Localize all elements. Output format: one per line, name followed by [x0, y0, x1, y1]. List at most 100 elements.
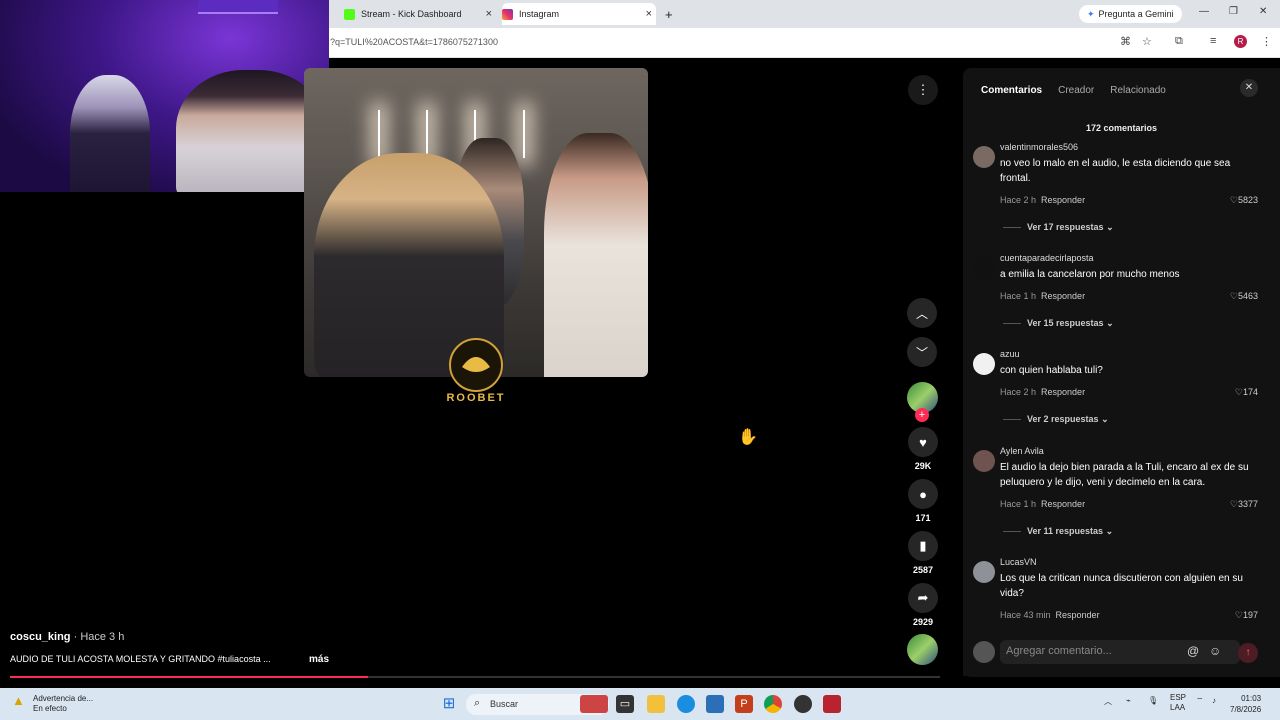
comment-user[interactable]: LucasVN — [1000, 557, 1037, 567]
heart-outline-icon: ♡ — [1234, 387, 1243, 397]
translate-icon[interactable]: ⌘ — [1120, 35, 1131, 48]
new-tab-button[interactable]: + — [665, 3, 679, 25]
comment-time: Hace 43 min — [1000, 610, 1051, 620]
tab-creador[interactable]: Creador — [1058, 85, 1094, 96]
minimize-icon[interactable]: — — [1199, 6, 1209, 17]
video-player[interactable] — [304, 68, 648, 377]
reply-button[interactable]: Responder — [1041, 387, 1085, 397]
menu-kebab-icon[interactable]: ⋮ — [1261, 35, 1272, 48]
reply-button[interactable]: Responder — [1056, 610, 1100, 620]
task-view-icon[interactable]: ▭ — [616, 695, 634, 713]
extensions-icon[interactable]: ⧉ — [1175, 35, 1183, 48]
lang-line1: ESP — [1170, 693, 1187, 702]
close-tab-icon[interactable]: × — [646, 8, 652, 20]
chevron-down-icon: ⌄ — [1101, 414, 1109, 424]
app-icon[interactable] — [823, 695, 841, 713]
my-avatar — [973, 641, 995, 663]
comment-user[interactable]: Aylen Avila — [1000, 446, 1044, 456]
microphone-icon[interactable]: 🎙 — [1148, 696, 1158, 705]
view-replies-label: Ver 15 respuestas — [1027, 318, 1104, 328]
close-tab-icon[interactable]: × — [486, 8, 492, 20]
tray-chevron-icon[interactable]: ︿ — [1104, 696, 1112, 707]
comment-likes[interactable]: ♡174 — [1235, 387, 1258, 398]
send-comment-button[interactable]: ↑ — [1238, 643, 1258, 663]
reply-button[interactable]: Responder — [1041, 291, 1085, 301]
kebab-icon: ⋮ — [908, 75, 938, 105]
share-count: 2929 — [912, 617, 934, 627]
author-name[interactable]: coscu_king — [10, 631, 71, 643]
comment-avatar[interactable] — [973, 146, 995, 168]
more-options-button[interactable]: ⋮ — [906, 75, 940, 105]
search-icon: ⌕ — [474, 697, 481, 709]
file-explorer-icon[interactable] — [647, 695, 665, 713]
comment-avatar[interactable] — [973, 353, 995, 375]
reply-button[interactable]: Responder — [1041, 499, 1085, 509]
previous-video-button[interactable]: ︿ — [907, 298, 937, 328]
powerpoint-icon[interactable]: P — [735, 695, 753, 713]
gemini-label: Pregunta a Gemini — [1098, 9, 1174, 19]
chrome-icon[interactable] — [764, 695, 782, 713]
comment-button[interactable]: ● 171 — [906, 479, 940, 523]
save-button[interactable]: ▮ 2587 — [906, 531, 940, 575]
gemini-button[interactable]: ✦ Pregunta a Gemini — [1079, 5, 1182, 23]
like-button[interactable]: ♥ 29K — [906, 427, 940, 471]
share-button[interactable]: ➦ 2929 — [906, 583, 940, 627]
tab-kick-dashboard[interactable]: Stream - Kick Dashboard × — [344, 3, 496, 25]
comment-likes[interactable]: ♡5463 — [1230, 291, 1258, 302]
comment-text: a emilia la cancelaron por mucho menos — [1000, 269, 1180, 280]
mouse-cursor-icon: ✋ — [738, 429, 758, 446]
view-replies-label: Ver 11 respuestas — [1027, 526, 1104, 536]
network-icon[interactable]: ⌁ — [1126, 696, 1131, 705]
mention-icon[interactable]: @ — [1187, 644, 1199, 658]
panel-tabs: Comentarios Creador Relacionado — [981, 85, 1166, 96]
emoji-icon[interactable]: ☺ — [1209, 644, 1221, 658]
person-right — [544, 133, 648, 377]
view-replies-button[interactable]: Ver 11 respuestas ⌄ — [1003, 526, 1113, 537]
comment-input[interactable]: Agregar comentario... — [1000, 640, 1240, 664]
tab-instagram[interactable]: Instagram × — [502, 3, 656, 25]
comment-avatar[interactable] — [973, 561, 995, 583]
comment-user[interactable]: cuentaparadecirlaposta — [1000, 253, 1094, 263]
language-indicator[interactable]: ESP LAA — [1170, 693, 1186, 713]
sound-disc-avatar[interactable] — [907, 634, 938, 665]
view-replies-button[interactable]: Ver 17 respuestas ⌄ — [1003, 222, 1114, 233]
reply-button[interactable]: Responder — [1041, 195, 1085, 205]
profile-avatar[interactable]: R — [1234, 35, 1247, 48]
comment-avatar[interactable] — [973, 257, 995, 279]
comment-user[interactable]: azuu — [1000, 349, 1020, 359]
add-comment-bar: Agregar comentario... @ ☺ ↑ — [963, 636, 1280, 676]
more-link[interactable]: más — [309, 654, 329, 665]
view-replies-label: Ver 2 respuestas — [1027, 414, 1099, 424]
clock-date: 7/8/2026 — [1230, 705, 1262, 714]
comment-likes[interactable]: ♡3377 — [1230, 499, 1258, 510]
close-window-icon[interactable]: ✕ — [1259, 6, 1267, 17]
tab-relacionado[interactable]: Relacionado — [1110, 85, 1166, 96]
bookmark-star-icon[interactable]: ☆ — [1142, 35, 1152, 48]
system-clock[interactable]: 01:03 7/8/2026 — [1230, 693, 1261, 715]
comment-likes[interactable]: ♡197 — [1235, 610, 1258, 621]
url-field[interactable]: ?q=TULI%20ACOSTA&t=1786075271300 — [330, 37, 498, 47]
comment-likes[interactable]: ♡5823 — [1230, 195, 1258, 206]
maximize-icon[interactable]: ❐ — [1229, 6, 1238, 17]
next-video-button[interactable]: ﹀ — [907, 337, 937, 367]
tab-comentarios[interactable]: Comentarios — [981, 85, 1042, 96]
tab-label: Stream - Kick Dashboard — [361, 9, 462, 19]
weather-warning-widget[interactable]: ▲ Advertencia de... En efecto — [12, 694, 93, 714]
heart-outline-icon: ♡ — [1229, 291, 1238, 301]
comment-user[interactable]: valentinmorales506 — [1000, 142, 1078, 152]
follow-plus-icon[interactable]: + — [915, 408, 929, 422]
edge-icon[interactable] — [677, 695, 695, 713]
chevron-down-icon: ﹀ — [915, 345, 928, 360]
wifi-icon[interactable]: ⌔ — [1196, 696, 1204, 706]
obs-icon[interactable] — [794, 695, 812, 713]
post-author-line[interactable]: coscu_king · Hace 3 h — [10, 631, 124, 643]
volume-icon[interactable]: ♪ — [1212, 696, 1216, 705]
video-progress-bar[interactable] — [10, 676, 940, 678]
view-replies-button[interactable]: Ver 15 respuestas ⌄ — [1003, 318, 1114, 329]
view-replies-button[interactable]: Ver 2 respuestas ⌄ — [1003, 414, 1109, 425]
close-panel-icon[interactable]: ✕ — [1240, 79, 1258, 97]
store-icon[interactable] — [706, 695, 724, 713]
media-control-icon[interactable]: ≡ — [1210, 35, 1216, 47]
windows-start-icon[interactable]: ⊞ — [440, 695, 458, 713]
comment-avatar[interactable] — [973, 450, 995, 472]
